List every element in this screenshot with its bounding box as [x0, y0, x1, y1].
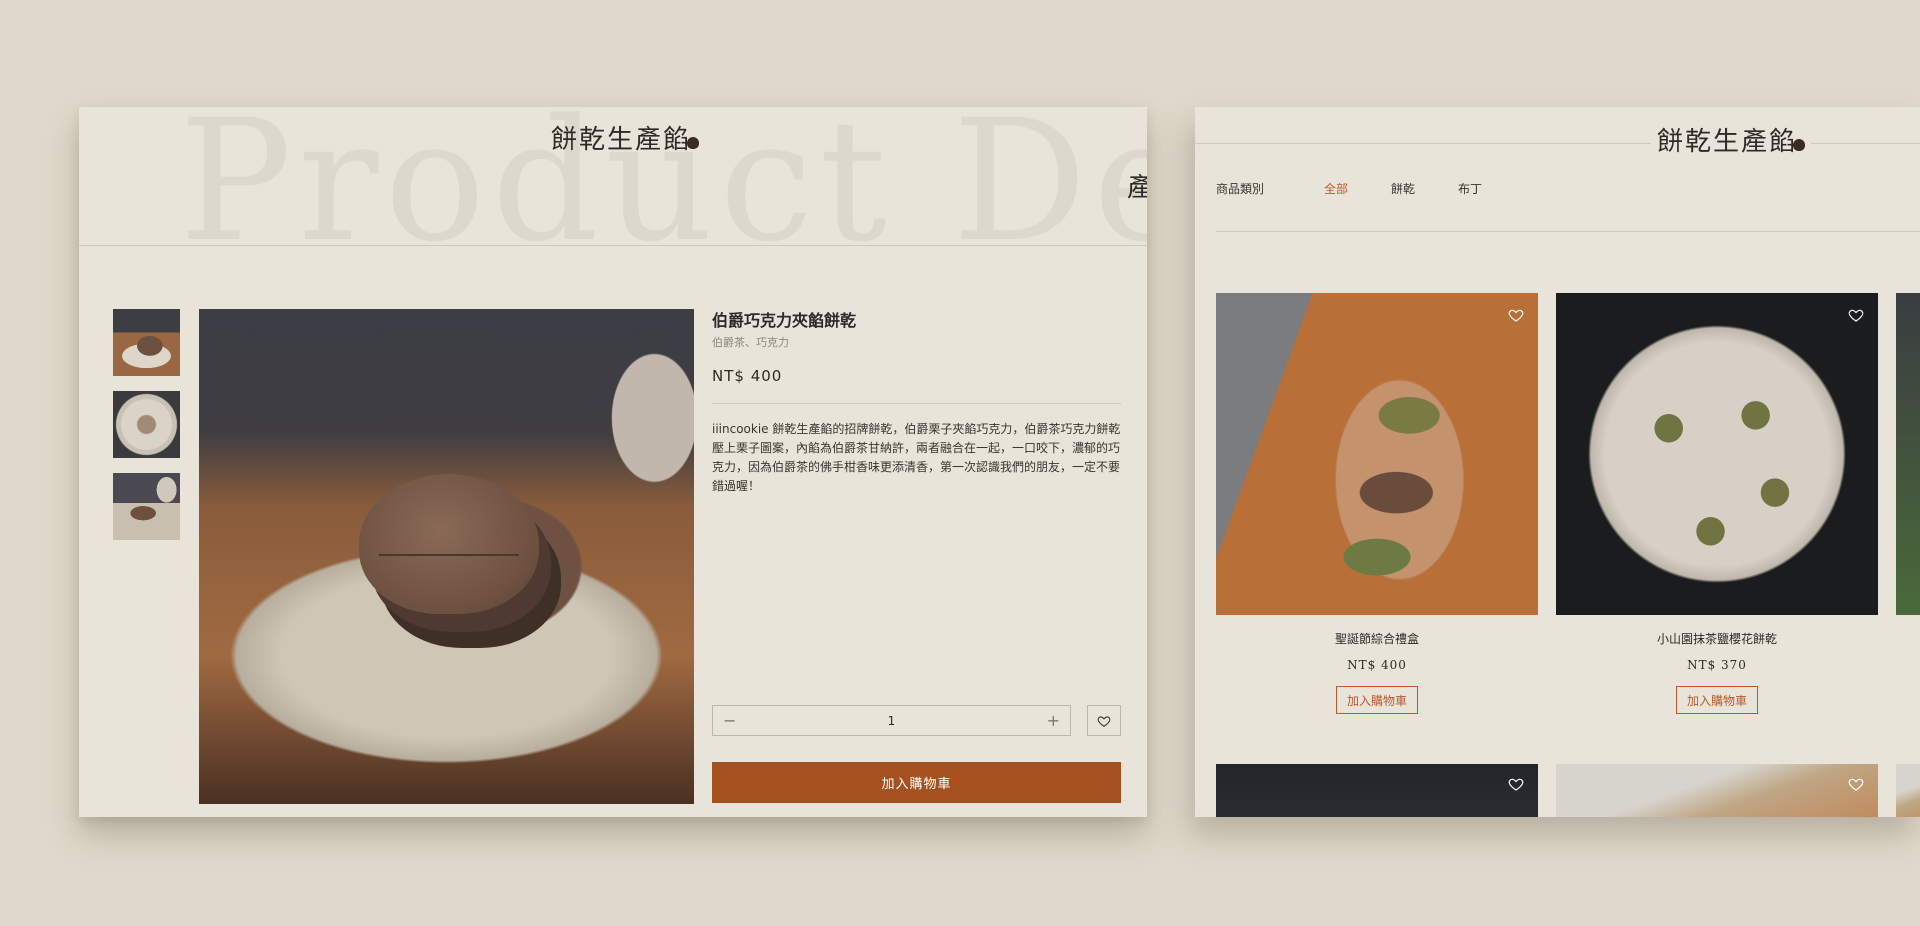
wishlist-button[interactable] — [1087, 705, 1121, 736]
filter-divider — [1216, 231, 1920, 232]
wishlist-button[interactable] — [1504, 772, 1528, 796]
brand-logo-text: 餅乾生產餡 — [1657, 127, 1798, 157]
add-to-cart-button[interactable]: 加入購物車 — [712, 762, 1121, 803]
product-detail-panel: Product Deta 餅乾生產餡 產 伯爵巧克力夾餡餅乾 伯爵茶、巧克力 N… — [79, 107, 1147, 817]
header-divider — [1195, 143, 1920, 144]
main-product-image — [199, 309, 694, 804]
product-image[interactable] — [1216, 764, 1538, 817]
heart-icon — [1848, 778, 1864, 791]
thumbnail-2[interactable] — [113, 391, 180, 458]
add-to-cart-button[interactable]: 加入購物車 — [1336, 686, 1418, 714]
category-all[interactable]: 全部 — [1324, 180, 1348, 197]
decrease-button[interactable]: − — [723, 711, 736, 730]
brand-logo-text: 餅乾生產餡 — [551, 125, 692, 155]
heart-icon — [1097, 715, 1111, 727]
wishlist-button[interactable] — [1504, 303, 1528, 327]
product-listing-panel: 餅乾生產餡 商品類別 全部 餅乾 布丁 聖誕節綜合禮盒 NT$ 400 加入購物… — [1195, 107, 1920, 817]
product-flavors: 伯爵茶、巧克力 — [712, 336, 789, 349]
increase-button[interactable]: + — [1047, 711, 1060, 730]
chestnut-icon — [1793, 139, 1806, 151]
brand-logo[interactable]: 餅乾生產餡 — [551, 119, 700, 156]
product-title: 伯爵巧克力夾餡餅乾 — [712, 311, 857, 330]
product-price: NT$ 400 — [712, 367, 783, 385]
wishlist-button[interactable] — [1844, 303, 1868, 327]
category-label: 商品類別 — [1216, 182, 1265, 196]
product-image[interactable] — [1556, 764, 1878, 817]
category-cookies[interactable]: 餅乾 — [1391, 180, 1415, 197]
heart-icon — [1508, 778, 1524, 791]
heart-icon — [1848, 309, 1864, 322]
category-pudding[interactable]: 布丁 — [1458, 180, 1482, 197]
quantity-value[interactable]: 1 — [888, 714, 896, 728]
product-description: iiincookie 餅乾生產餡的招牌餅乾，伯爵栗子夾餡巧克力，伯爵茶巧克力餅乾… — [712, 422, 1121, 493]
brand-logo[interactable]: 餅乾生產餡 — [1651, 121, 1812, 158]
product-image[interactable] — [1896, 764, 1920, 817]
heart-icon — [1508, 309, 1524, 322]
wishlist-button[interactable] — [1844, 772, 1868, 796]
product-image[interactable] — [1896, 293, 1920, 615]
product-name[interactable]: 聖誕節綜合禮盒 — [1216, 630, 1538, 647]
product-image[interactable] — [1556, 293, 1878, 615]
header-divider — [79, 245, 1147, 246]
quantity-stepper[interactable]: − 1 + — [712, 705, 1071, 736]
cookie-shape — [359, 474, 539, 614]
product-price: NT$ 370 — [1687, 658, 1747, 672]
chestnut-icon — [687, 137, 700, 149]
price-divider — [712, 403, 1121, 404]
product-price: NT$ 400 — [1347, 658, 1407, 672]
brand-logo-fragment: 產 — [1126, 173, 1147, 203]
product-name[interactable]: 小山園抹茶鹽櫻花餅乾 — [1556, 630, 1878, 647]
product-image[interactable] — [1216, 293, 1538, 615]
thumbnail-1[interactable] — [113, 309, 180, 376]
thumbnail-3[interactable] — [113, 473, 180, 540]
add-to-cart-button[interactable]: 加入購物車 — [1676, 686, 1758, 714]
